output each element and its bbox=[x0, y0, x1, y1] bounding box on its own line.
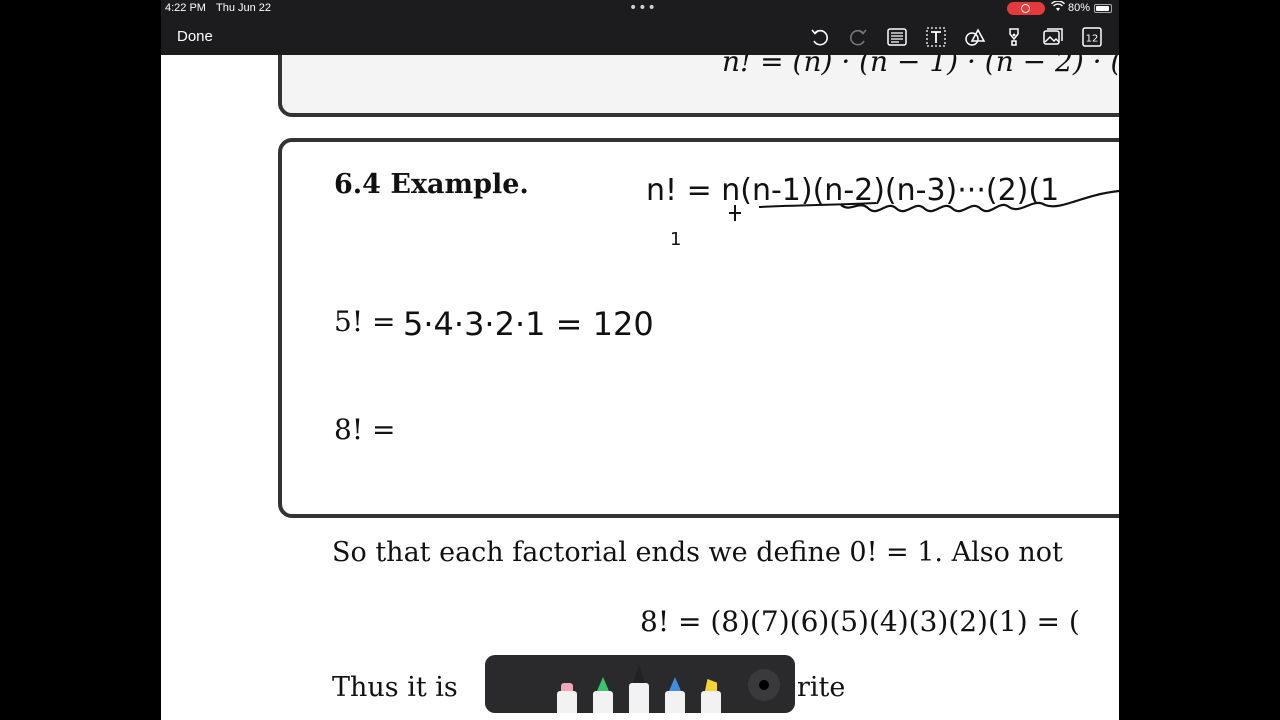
pencil-tool-tray bbox=[485, 655, 795, 713]
toolbar: 4:22 PM Thu Jun 22 ••• 80% Done 12 bbox=[161, 0, 1119, 55]
undo-icon[interactable] bbox=[808, 25, 832, 49]
paragraph-thus-end: rite bbox=[797, 672, 846, 703]
example-heading: 6.4 Example. bbox=[334, 169, 529, 200]
paragraph-thus-start: Thus it is bbox=[332, 672, 458, 703]
handwritten-factorial-definition: n! = n(n-1)(n-2)(n-3)···(2)(1 1 bbox=[646, 173, 1119, 250]
handwriting-mark-1: 1 bbox=[670, 229, 681, 250]
pen-nib-icon[interactable] bbox=[1002, 25, 1026, 49]
equation-8-factorial: 8! = bbox=[334, 413, 396, 446]
image-icon[interactable] bbox=[1041, 25, 1065, 49]
redo-icon[interactable] bbox=[846, 25, 870, 49]
page-number-icon[interactable]: 12 bbox=[1080, 25, 1104, 49]
paragraph-zero-factorial: So that each factorial ends we define 0!… bbox=[332, 537, 1063, 568]
status-time: 4:22 PM bbox=[165, 2, 206, 14]
battery-percentage: 80% bbox=[1068, 2, 1091, 14]
page-count: 12 bbox=[1086, 34, 1099, 45]
done-button[interactable]: Done bbox=[177, 28, 213, 45]
text-box-icon[interactable] bbox=[924, 25, 948, 49]
battery-icon bbox=[1094, 4, 1112, 13]
multitask-dots-icon[interactable]: ••• bbox=[629, 0, 657, 16]
page-layout-icon[interactable] bbox=[885, 25, 909, 49]
handwriting-line-1: n! = n(n-1)(n-2)(n-3)···(2)(1 bbox=[646, 173, 1059, 208]
handwritten-5-factorial-result: 5·4·3·2·1 = 120 bbox=[403, 305, 654, 343]
screen-recording-icon[interactable] bbox=[1007, 2, 1045, 15]
handwriting-line-2: 5·4·3·2·1 = 120 bbox=[403, 305, 654, 343]
ipad-screen: 4:22 PM Thu Jun 22 ••• 80% Done 12 n! = … bbox=[161, 0, 1119, 720]
wifi-icon bbox=[1050, 0, 1066, 15]
formula-8-factorial: 8! = (8)(7)(6)(5)(4)(3)(2)(1) = ( bbox=[640, 605, 1080, 638]
shapes-icon[interactable] bbox=[963, 25, 987, 49]
status-date: Thu Jun 22 bbox=[216, 2, 272, 14]
lasso-tool-button[interactable] bbox=[748, 669, 780, 701]
equation-5-factorial: 5! = bbox=[334, 305, 396, 338]
